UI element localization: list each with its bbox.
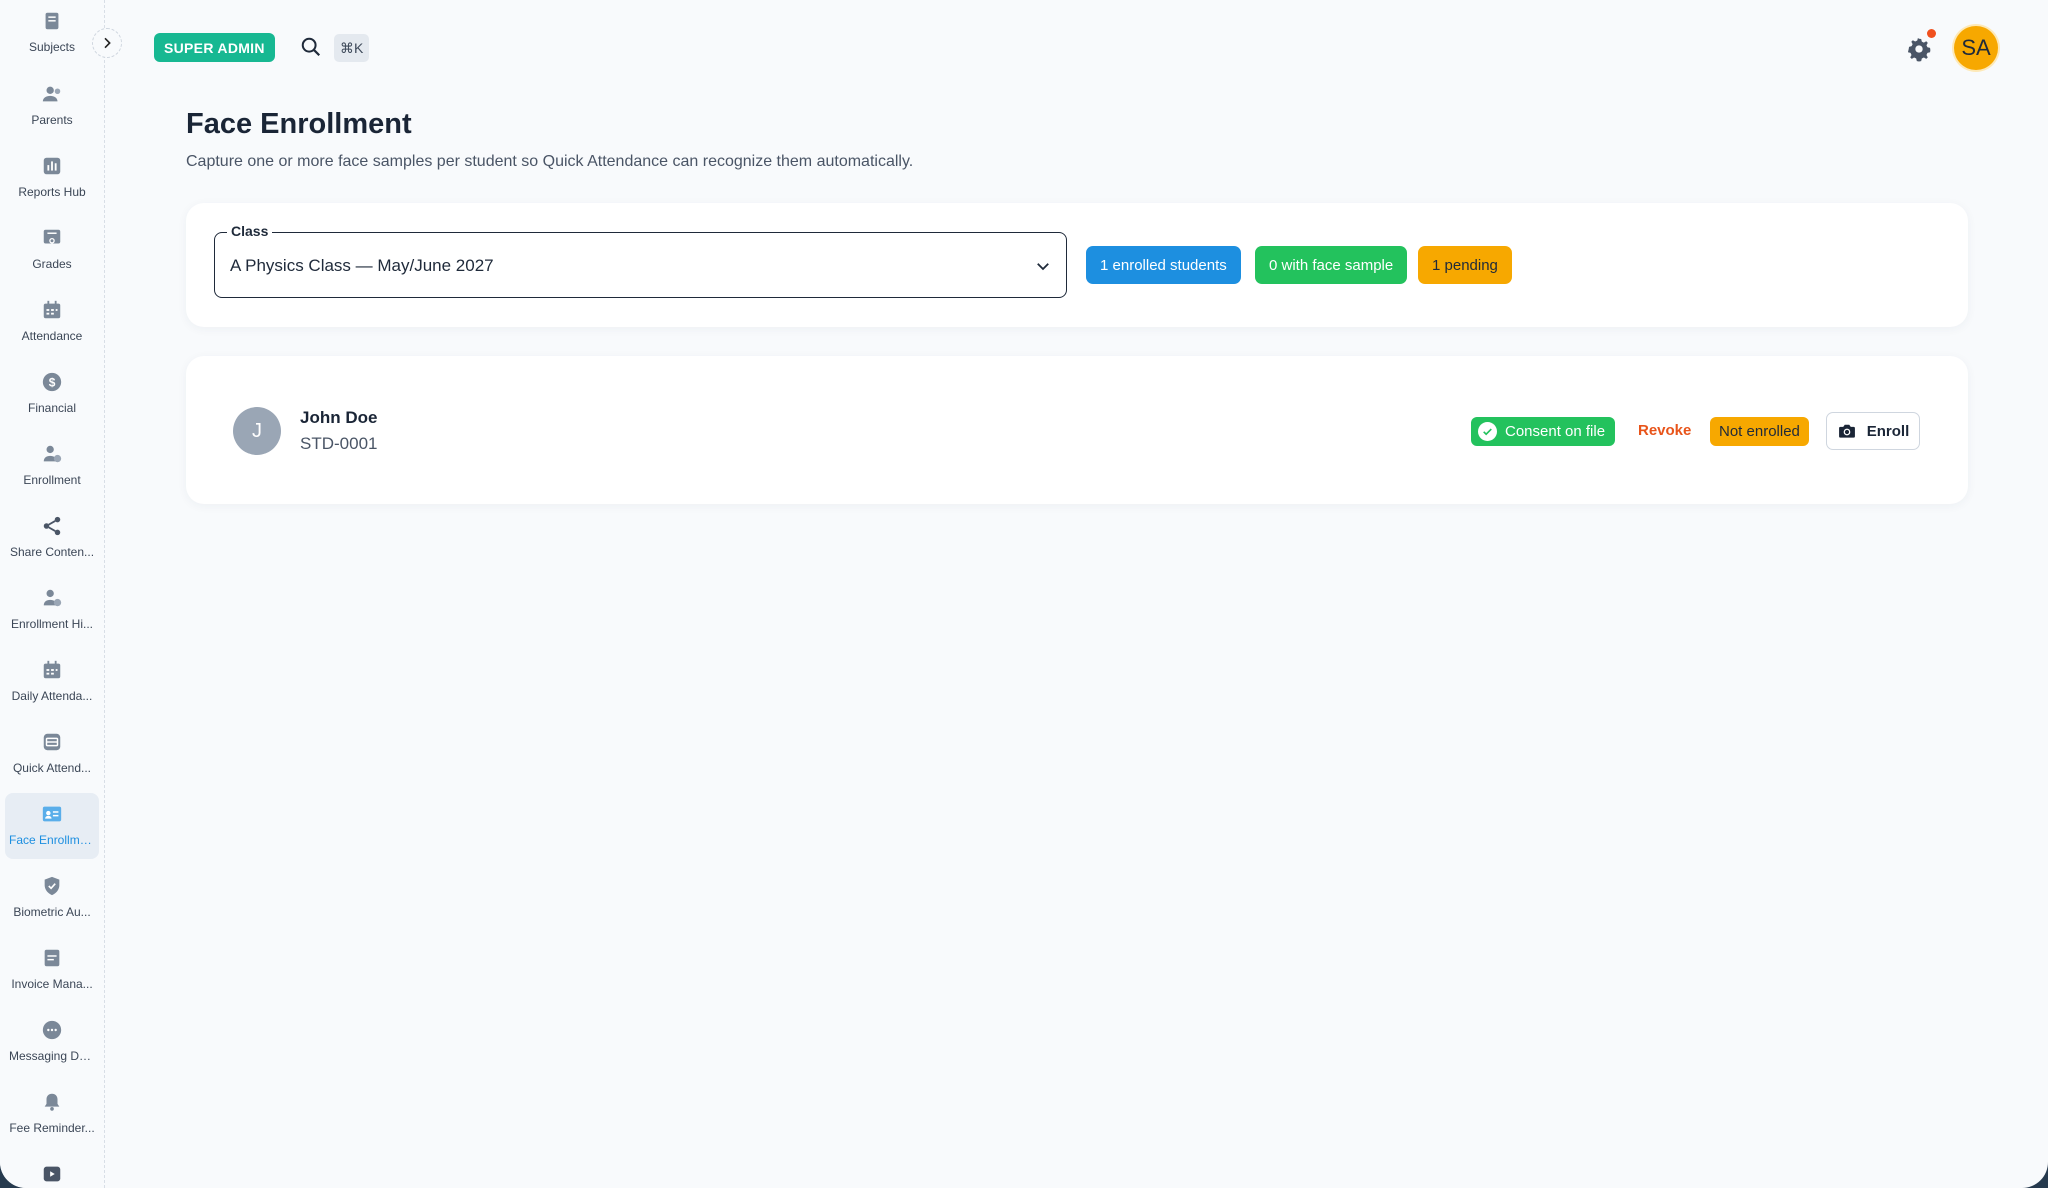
- class-select-label: Class: [227, 223, 273, 239]
- face-sample-count-chip: 0 with face sample: [1255, 246, 1408, 284]
- svg-text:$: $: [49, 376, 56, 390]
- sidebar-item-label: Messaging Da...: [9, 1049, 96, 1063]
- student-id: STD-0001: [300, 434, 378, 453]
- sidebar-item-face-enrollment[interactable]: Face Enrollme...: [5, 793, 99, 859]
- sidebar-item-grades[interactable]: Grades: [5, 217, 99, 283]
- sidebar-item-label: Quick Attend...: [12, 761, 92, 775]
- sidebar-item-messaging[interactable]: Messaging Da...: [5, 1009, 99, 1075]
- sidebar-item-share-content[interactable]: Share Conten...: [5, 505, 99, 571]
- student-name: John Doe: [300, 408, 378, 427]
- sidebar-item-video[interactable]: [5, 1153, 99, 1188]
- sidebar-item-quick-attendance[interactable]: Quick Attend...: [5, 721, 99, 787]
- sidebar: Subjects Parents Reports Hub Grades Atte…: [0, 0, 105, 1188]
- sidebar-toggle-button[interactable]: [92, 28, 122, 58]
- chevron-down-icon: [1037, 263, 1049, 271]
- sidebar-item-label: Invoice Mana...: [11, 977, 93, 991]
- revoke-button[interactable]: Revoke: [1638, 422, 1691, 439]
- consent-badge: Consent on file: [1471, 417, 1616, 446]
- sidebar-item-financial[interactable]: $ Financial: [5, 361, 99, 427]
- enroll-button[interactable]: Enroll: [1826, 412, 1920, 450]
- class-select[interactable]: Class A Physics Class — May/June 2027: [214, 223, 1067, 298]
- sidebar-item-subjects[interactable]: Subjects: [5, 0, 99, 66]
- calendar-icon: [41, 659, 63, 681]
- invoice-icon: [41, 947, 63, 969]
- status-badge: Not enrolled: [1710, 417, 1809, 446]
- sidebar-item-label: Biometric Au...: [13, 905, 91, 919]
- sidebar-item-label: Financial: [27, 401, 77, 415]
- chat-icon: [41, 1019, 63, 1041]
- sidebar-item-label: Enrollment Hi...: [10, 617, 94, 631]
- consent-label: Consent on file: [1505, 423, 1606, 440]
- sidebar-item-attendance[interactable]: Attendance: [5, 289, 99, 355]
- video-icon: [41, 1163, 63, 1185]
- role-badge: SUPER ADMIN: [154, 33, 275, 62]
- grades-icon: [41, 227, 63, 249]
- avatar: J: [233, 407, 281, 455]
- student-list-card: J John Doe STD-0001 Consent on file Revo…: [186, 356, 1968, 504]
- sidebar-item-reports-hub[interactable]: Reports Hub: [5, 145, 99, 211]
- user-plus-icon: [41, 443, 63, 465]
- users-icon: [41, 83, 63, 105]
- page-title: Face Enrollment: [186, 108, 412, 140]
- camera-icon: [1838, 424, 1855, 438]
- chevron-right-icon: [104, 37, 111, 49]
- gear-icon[interactable]: [1906, 36, 1932, 62]
- pending-count-chip: 1 pending: [1418, 246, 1512, 284]
- book-icon: [41, 10, 63, 32]
- class-filter-card: Class A Physics Class — May/June 2027 1 …: [186, 203, 1968, 327]
- id-card-icon: [41, 803, 63, 825]
- bell-icon: [41, 1091, 63, 1113]
- sidebar-item-label: Parents: [31, 113, 73, 127]
- sidebar-item-label: Reports Hub: [18, 185, 86, 199]
- class-select-value: A Physics Class — May/June 2027: [230, 256, 494, 275]
- app-window: Subjects Parents Reports Hub Grades Atte…: [0, 0, 2048, 1188]
- sidebar-item-enrollment-history[interactable]: Enrollment Hi...: [5, 577, 99, 643]
- calendar-icon: [41, 299, 63, 321]
- sidebar-item-daily-attendance[interactable]: Daily Attenda...: [5, 649, 99, 715]
- sidebar-item-label: Grades: [32, 257, 72, 271]
- sidebar-item-label: Enrollment: [23, 473, 81, 487]
- sidebar-item-biometric[interactable]: Biometric Au...: [5, 865, 99, 931]
- enrolled-count-chip: 1 enrolled students: [1086, 246, 1241, 284]
- dollar-icon: $: [41, 371, 63, 393]
- enroll-button-label: Enroll: [1866, 422, 1910, 440]
- sidebar-item-label: Fee Reminder...: [9, 1121, 95, 1135]
- sidebar-item-fee-reminders[interactable]: Fee Reminder...: [5, 1081, 99, 1147]
- user-avatar[interactable]: SA: [1954, 26, 1998, 70]
- shield-check-icon: [41, 875, 63, 897]
- sidebar-item-label: Share Conten...: [9, 545, 95, 559]
- sidebar-item-label: Daily Attenda...: [11, 689, 93, 703]
- sidebar-item-label: Attendance: [21, 329, 83, 343]
- user-history-icon: [41, 587, 63, 609]
- sidebar-item-label: Face Enrollme...: [9, 833, 97, 847]
- sidebar-item-enrollment[interactable]: Enrollment: [5, 433, 99, 499]
- scan-icon: [41, 731, 63, 753]
- search-icon[interactable]: [300, 36, 322, 58]
- sidebar-item-invoice-management[interactable]: Invoice Mana...: [5, 937, 99, 1003]
- sidebar-item-label: Subjects: [28, 40, 76, 54]
- share-icon: [41, 515, 63, 537]
- notification-dot: [1927, 29, 1936, 38]
- sidebar-item-parents[interactable]: Parents: [5, 73, 99, 139]
- search-shortcut-hint[interactable]: ⌘K: [334, 34, 370, 62]
- check-circle-icon: [1478, 422, 1497, 441]
- page-subtitle: Capture one or more face samples per stu…: [186, 153, 914, 170]
- bar-chart-icon: [41, 155, 63, 177]
